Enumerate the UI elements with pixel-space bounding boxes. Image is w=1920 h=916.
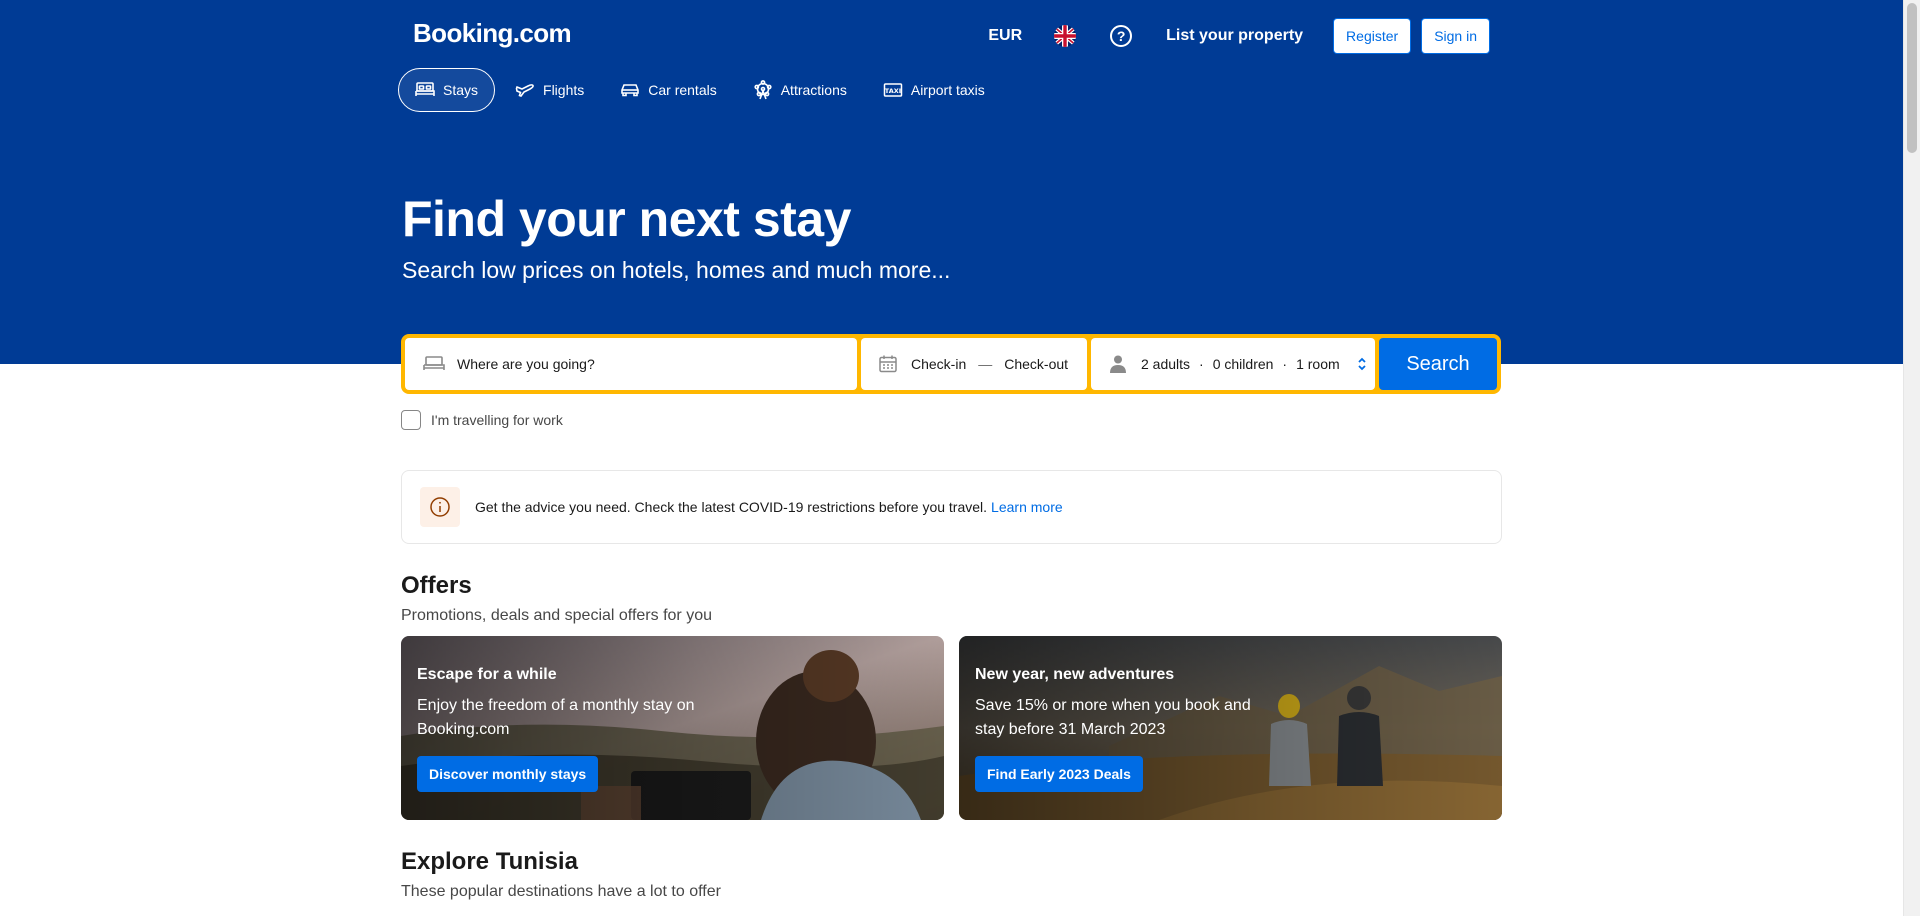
header-actions: EUR ? List your property Register Sign i… xyxy=(988,18,1490,54)
adults-count: 2 adults xyxy=(1141,356,1191,372)
offer-title: Escape for a while xyxy=(417,666,557,683)
tab-car-rentals-label: Car rentals xyxy=(648,82,717,98)
work-travel-checkbox[interactable] xyxy=(401,410,421,430)
currency-selector[interactable]: EUR xyxy=(988,27,1022,45)
car-icon xyxy=(620,80,640,100)
covid-banner: Get the advice you need. Check the lates… xyxy=(401,470,1502,544)
booking-logo[interactable]: Booking.com xyxy=(413,18,572,49)
offer-description: Enjoy the freedom of a monthly stay on B… xyxy=(417,697,695,738)
tab-stays-label: Stays xyxy=(443,82,479,98)
rooms-count: 1 room xyxy=(1296,356,1340,372)
destination-input[interactable]: Where are you going? xyxy=(405,338,857,390)
offers-subtitle: Promotions, deals and special offers for… xyxy=(401,607,712,624)
page-title: Find your next stay xyxy=(402,191,851,247)
date-separator: — xyxy=(978,356,993,372)
tab-attractions[interactable]: Attractions xyxy=(737,68,863,112)
sign-in-button[interactable]: Sign in xyxy=(1421,18,1490,54)
bed-icon xyxy=(423,353,445,375)
explore-title: Explore Tunisia xyxy=(401,848,578,875)
children-count: 0 children xyxy=(1212,356,1274,372)
offer-card-new-year[interactable]: New year, new adventures Save 15% or mor… xyxy=(959,636,1502,820)
offer-content: New year, new adventures Save 15% or mor… xyxy=(975,666,1275,742)
uk-flag-icon[interactable] xyxy=(1052,25,1078,47)
learn-more-link[interactable]: Learn more xyxy=(991,499,1063,515)
offer-description: Save 15% or more when you book and stay … xyxy=(975,697,1251,738)
tab-stays[interactable]: Stays xyxy=(398,68,496,112)
offer-content: Escape for a while Enjoy the freedom of … xyxy=(417,666,717,742)
guests-selector[interactable]: 2 adults · 0 children · 1 room xyxy=(1091,338,1375,390)
tab-airport-taxis[interactable]: TAXI Airport taxis xyxy=(867,68,1001,112)
date-picker[interactable]: Check-in — Check-out xyxy=(861,338,1087,390)
info-icon xyxy=(420,487,460,527)
bed-icon xyxy=(415,80,435,100)
svg-text:TAXI: TAXI xyxy=(885,87,901,95)
search-bar: Where are you going? Check-in — Check-ou… xyxy=(401,334,1501,394)
register-button[interactable]: Register xyxy=(1333,18,1412,54)
list-property-link[interactable]: List your property xyxy=(1166,27,1303,45)
discover-monthly-stays-button[interactable]: Discover monthly stays xyxy=(417,756,599,792)
offer-card-monthly[interactable]: Escape for a while Enjoy the freedom of … xyxy=(401,636,944,820)
work-travel-row: I'm travelling for work xyxy=(401,410,563,430)
tab-attractions-label: Attractions xyxy=(780,82,847,98)
calendar-icon xyxy=(877,353,899,375)
person-icon xyxy=(1107,353,1129,375)
destination-placeholder: Where are you going? xyxy=(457,356,595,372)
work-travel-label[interactable]: I'm travelling for work xyxy=(431,412,563,428)
check-out-label: Check-out xyxy=(1004,356,1069,372)
taxi-icon: TAXI xyxy=(883,80,903,100)
separator-dot: · xyxy=(1199,356,1204,372)
explore-subtitle: These popular destinations have a lot to… xyxy=(401,883,721,900)
ferris-wheel-icon xyxy=(753,80,773,100)
find-early-deals-button[interactable]: Find Early 2023 Deals xyxy=(975,756,1143,792)
search-button[interactable]: Search xyxy=(1379,338,1497,390)
plane-icon xyxy=(515,80,535,100)
covid-text: Get the advice you need. Check the lates… xyxy=(475,499,988,515)
offer-title: New year, new adventures xyxy=(975,666,1175,683)
scrollbar-thumb[interactable] xyxy=(1907,3,1917,153)
tab-flights-label: Flights xyxy=(543,82,585,98)
tab-flights[interactable]: Flights xyxy=(499,68,600,112)
tab-car-rentals[interactable]: Car rentals xyxy=(604,68,732,112)
help-icon[interactable]: ? xyxy=(1110,25,1133,47)
page-scrollbar[interactable] xyxy=(1903,0,1920,916)
hero-banner: Booking.com EUR ? List your property Reg… xyxy=(0,0,1903,364)
offers-title: Offers xyxy=(401,572,472,599)
product-nav: Stays Flights Car rentals Attractions TA… xyxy=(398,68,1005,112)
chevron-up-down-icon xyxy=(1356,354,1368,374)
tab-airport-taxis-label: Airport taxis xyxy=(910,82,985,98)
check-in-label: Check-in xyxy=(911,356,967,372)
page-subtitle: Search low prices on hotels, homes and m… xyxy=(402,257,951,283)
separator-dot: · xyxy=(1282,356,1288,372)
